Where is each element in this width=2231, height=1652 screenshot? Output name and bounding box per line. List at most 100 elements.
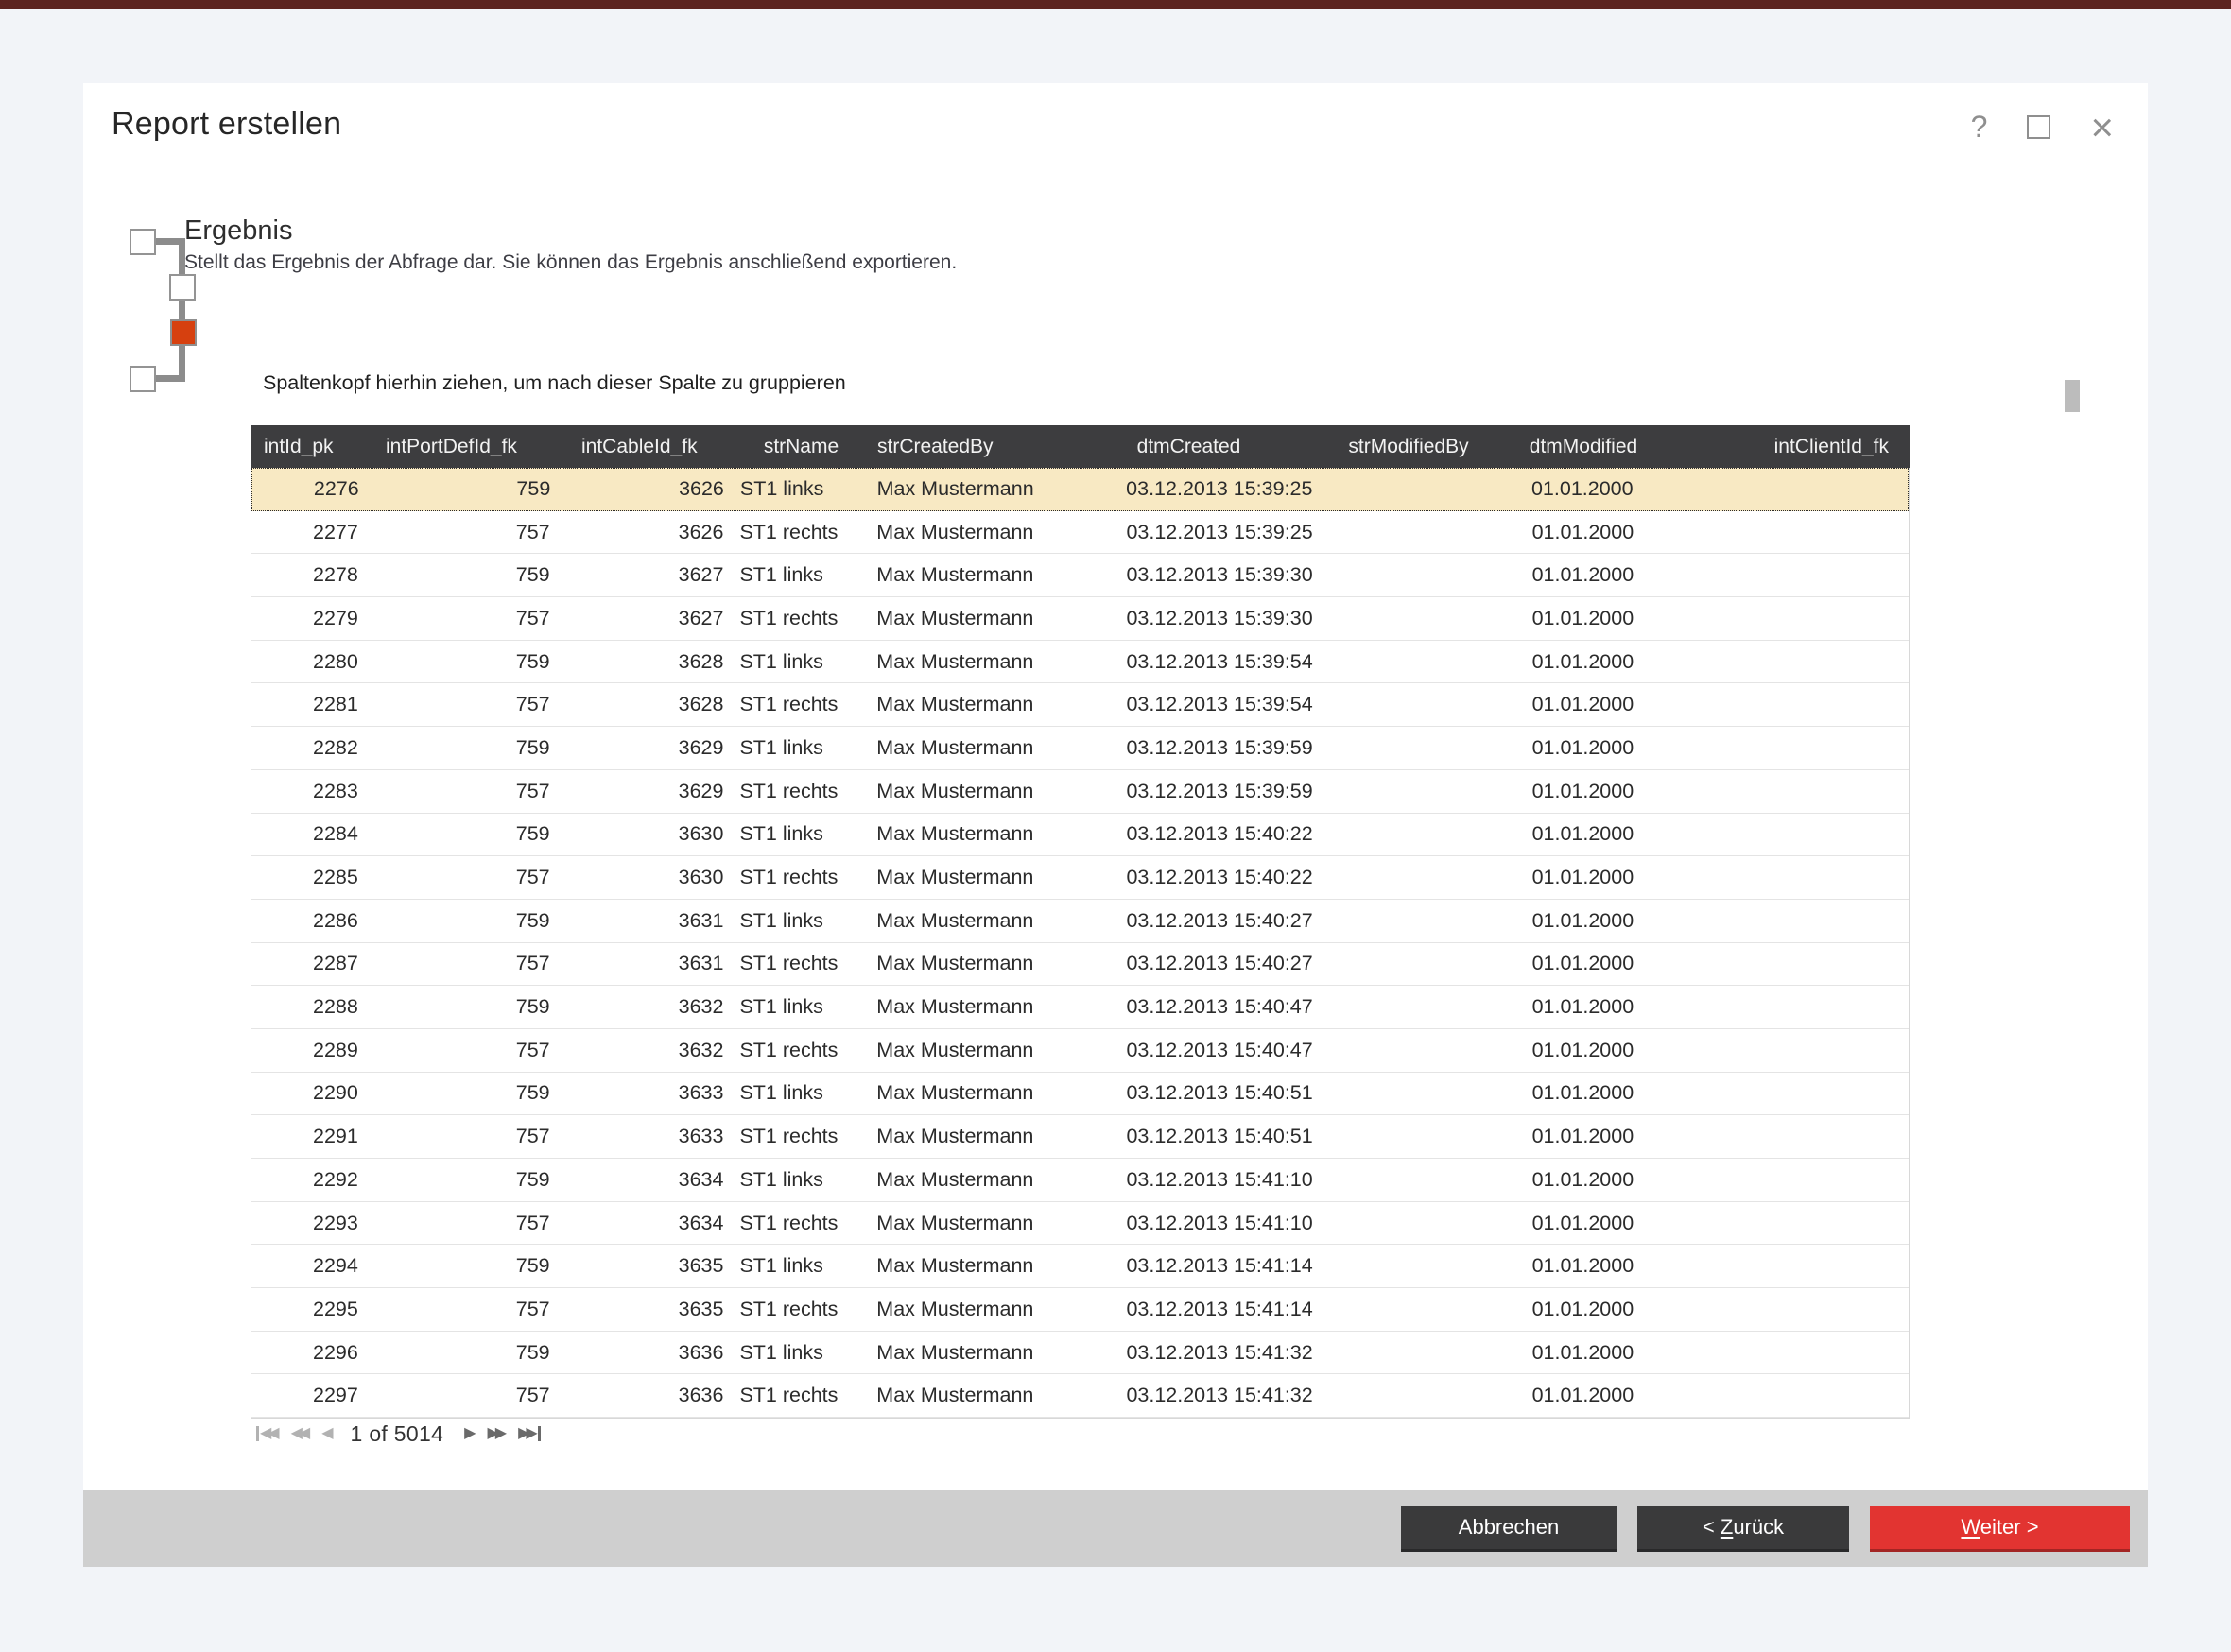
cell-dtmCreated: 03.12.2013 15:41:32 xyxy=(1059,1341,1319,1365)
cell-intCableId_fk: 3636 xyxy=(573,1341,734,1365)
table-row[interactable]: 22907593633ST1 linksMax Mustermann03.12.… xyxy=(251,1073,1909,1116)
group-by-panel[interactable]: Spaltenkopf hierhin ziehen, um nach dies… xyxy=(263,371,846,395)
dialog-title: Report erstellen xyxy=(112,106,341,143)
column-header-strName[interactable]: strName xyxy=(733,436,870,458)
help-icon[interactable]: ? xyxy=(1971,110,1988,145)
column-header-dtmModified[interactable]: dtmModified xyxy=(1498,436,1669,458)
cell-strName: ST1 links xyxy=(733,822,870,846)
cell-strCreatedBy: Max Mustermann xyxy=(871,477,1060,501)
cell-dtmModified: 01.01.2000 xyxy=(1497,909,1668,933)
cell-dtmModified: 01.01.2000 xyxy=(1497,1384,1668,1407)
last-record-button[interactable]: ▶▶ xyxy=(518,1426,541,1441)
cell-intCableId_fk: 3626 xyxy=(573,477,734,501)
cell-dtmModified: 01.01.2000 xyxy=(1497,1298,1668,1321)
cell-intPortDefId_fk: 757 xyxy=(379,1125,573,1148)
column-header-intId_pk[interactable]: intId_pk xyxy=(251,436,378,458)
table-row[interactable]: 22777573626ST1 rechtsMax Mustermann03.12… xyxy=(251,511,1909,555)
cell-intPortDefId_fk: 759 xyxy=(379,909,573,933)
grid-body: 22767593626ST1 linksMax Mustermann03.12.… xyxy=(251,468,1910,1419)
next-page-button[interactable]: ▶▶ xyxy=(487,1426,507,1441)
cell-intId_pk: 2282 xyxy=(251,736,379,760)
cell-strName: ST1 rechts xyxy=(733,607,870,630)
cell-intId_pk: 2279 xyxy=(251,607,379,630)
table-row[interactable]: 22957573635ST1 rechtsMax Mustermann03.12… xyxy=(251,1288,1909,1332)
cell-strName: ST1 links xyxy=(734,477,871,501)
table-row[interactable]: 22917573633ST1 rechtsMax Mustermann03.12… xyxy=(251,1115,1909,1159)
abbrechen-button[interactable]: Abbrechen xyxy=(1401,1506,1617,1552)
table-row[interactable]: 22947593635ST1 linksMax Mustermann03.12.… xyxy=(251,1245,1909,1288)
cell-strName: ST1 links xyxy=(733,1168,870,1192)
table-row[interactable]: 22867593631ST1 linksMax Mustermann03.12.… xyxy=(251,900,1909,943)
cell-intPortDefId_fk: 757 xyxy=(379,521,573,544)
cell-intPortDefId_fk: 759 xyxy=(380,477,574,501)
vertical-scrollbar-thumb[interactable] xyxy=(2065,380,2080,412)
table-row[interactable]: 22837573629ST1 rechtsMax Mustermann03.12… xyxy=(251,770,1909,814)
cell-strName: ST1 links xyxy=(733,1254,870,1278)
cell-intId_pk: 2288 xyxy=(251,995,379,1019)
cell-intId_pk: 2293 xyxy=(251,1212,379,1235)
cell-dtmCreated: 03.12.2013 15:39:54 xyxy=(1059,693,1319,716)
cell-dtmCreated: 03.12.2013 15:40:51 xyxy=(1059,1125,1319,1148)
first-record-button[interactable]: ◀◀ xyxy=(256,1426,280,1441)
cell-intId_pk: 2280 xyxy=(251,650,379,674)
column-header-dtmCreated[interactable]: dtmCreated xyxy=(1059,436,1319,458)
table-row[interactable]: 22857573630ST1 rechtsMax Mustermann03.12… xyxy=(251,856,1909,900)
prev-record-button[interactable]: ◀ xyxy=(321,1426,333,1441)
table-row[interactable]: 22807593628ST1 linksMax Mustermann03.12.… xyxy=(251,641,1909,684)
column-header-intPortDefId_fk[interactable]: intPortDefId_fk xyxy=(378,436,572,458)
prev-page-button[interactable]: ◀◀ xyxy=(291,1426,311,1441)
cell-dtmModified: 01.01.2000 xyxy=(1497,607,1668,630)
cell-dtmCreated: 03.12.2013 15:39:59 xyxy=(1059,780,1319,803)
cell-dtmModified: 01.01.2000 xyxy=(1497,650,1668,674)
column-header-intCableId_fk[interactable]: intCableId_fk xyxy=(572,436,733,458)
cell-strName: ST1 links xyxy=(733,1341,870,1365)
table-row[interactable]: 22927593634ST1 linksMax Mustermann03.12.… xyxy=(251,1159,1909,1202)
cell-strCreatedBy: Max Mustermann xyxy=(870,521,1059,544)
table-row[interactable]: 22797573627ST1 rechtsMax Mustermann03.12… xyxy=(251,597,1909,641)
next-record-button[interactable]: ▶ xyxy=(464,1426,476,1441)
table-row[interactable]: 22847593630ST1 linksMax Mustermann03.12.… xyxy=(251,814,1909,857)
cell-strCreatedBy: Max Mustermann xyxy=(870,822,1059,846)
cell-intCableId_fk: 3629 xyxy=(573,736,734,760)
cell-intPortDefId_fk: 759 xyxy=(379,1168,573,1192)
wizard-step-3-active xyxy=(170,319,197,346)
table-row[interactable]: 22937573634ST1 rechtsMax Mustermann03.12… xyxy=(251,1202,1909,1246)
cell-dtmCreated: 03.12.2013 15:39:30 xyxy=(1059,607,1319,630)
cell-strCreatedBy: Max Mustermann xyxy=(870,607,1059,630)
weiter-button[interactable]: Weiter > xyxy=(1870,1506,2130,1552)
cell-strName: ST1 rechts xyxy=(733,693,870,716)
table-row[interactable]: 22977573636ST1 rechtsMax Mustermann03.12… xyxy=(251,1374,1909,1418)
close-icon[interactable]: × xyxy=(2090,114,2114,141)
column-header-strCreatedBy[interactable]: strCreatedBy xyxy=(870,436,1059,458)
cell-dtmModified: 01.01.2000 xyxy=(1497,952,1668,975)
cell-dtmCreated: 03.12.2013 15:39:25 xyxy=(1059,477,1318,501)
cell-dtmModified: 01.01.2000 xyxy=(1497,1341,1668,1365)
cell-strName: ST1 rechts xyxy=(733,952,870,975)
table-row[interactable]: 22967593636ST1 linksMax Mustermann03.12.… xyxy=(251,1332,1909,1375)
cell-strCreatedBy: Max Mustermann xyxy=(870,952,1059,975)
table-row-selected[interactable]: 22767593626ST1 linksMax Mustermann03.12.… xyxy=(251,468,1909,511)
cell-intId_pk: 2277 xyxy=(251,521,379,544)
cell-dtmCreated: 03.12.2013 15:39:54 xyxy=(1059,650,1319,674)
cell-intPortDefId_fk: 759 xyxy=(379,563,573,587)
table-row[interactable]: 22827593629ST1 linksMax Mustermann03.12.… xyxy=(251,727,1909,770)
table-row[interactable]: 22897573632ST1 rechtsMax Mustermann03.12… xyxy=(251,1029,1909,1073)
cell-intCableId_fk: 3630 xyxy=(573,822,734,846)
column-header-intClientId_fk[interactable]: intClientId_fk xyxy=(1669,436,1910,458)
cell-strName: ST1 links xyxy=(733,563,870,587)
cell-intCableId_fk: 3635 xyxy=(573,1254,734,1278)
cell-strName: ST1 rechts xyxy=(733,780,870,803)
step-title: Ergebnis xyxy=(184,215,292,247)
table-row[interactable]: 22817573628ST1 rechtsMax Mustermann03.12… xyxy=(251,683,1909,727)
table-row[interactable]: 22787593627ST1 linksMax Mustermann03.12.… xyxy=(251,554,1909,597)
zurueck-button[interactable]: < Zurück xyxy=(1637,1506,1849,1552)
cell-intPortDefId_fk: 757 xyxy=(379,780,573,803)
table-row[interactable]: 22887593632ST1 linksMax Mustermann03.12.… xyxy=(251,986,1909,1029)
table-row[interactable]: 22877573631ST1 rechtsMax Mustermann03.12… xyxy=(251,943,1909,987)
cell-intCableId_fk: 3636 xyxy=(573,1384,734,1407)
maximize-icon[interactable] xyxy=(2027,115,2050,139)
cell-strName: ST1 rechts xyxy=(733,1212,870,1235)
cell-dtmModified: 01.01.2000 xyxy=(1497,1039,1668,1062)
cell-intId_pk: 2284 xyxy=(251,822,379,846)
column-header-strModifiedBy[interactable]: strModifiedBy xyxy=(1319,436,1498,458)
